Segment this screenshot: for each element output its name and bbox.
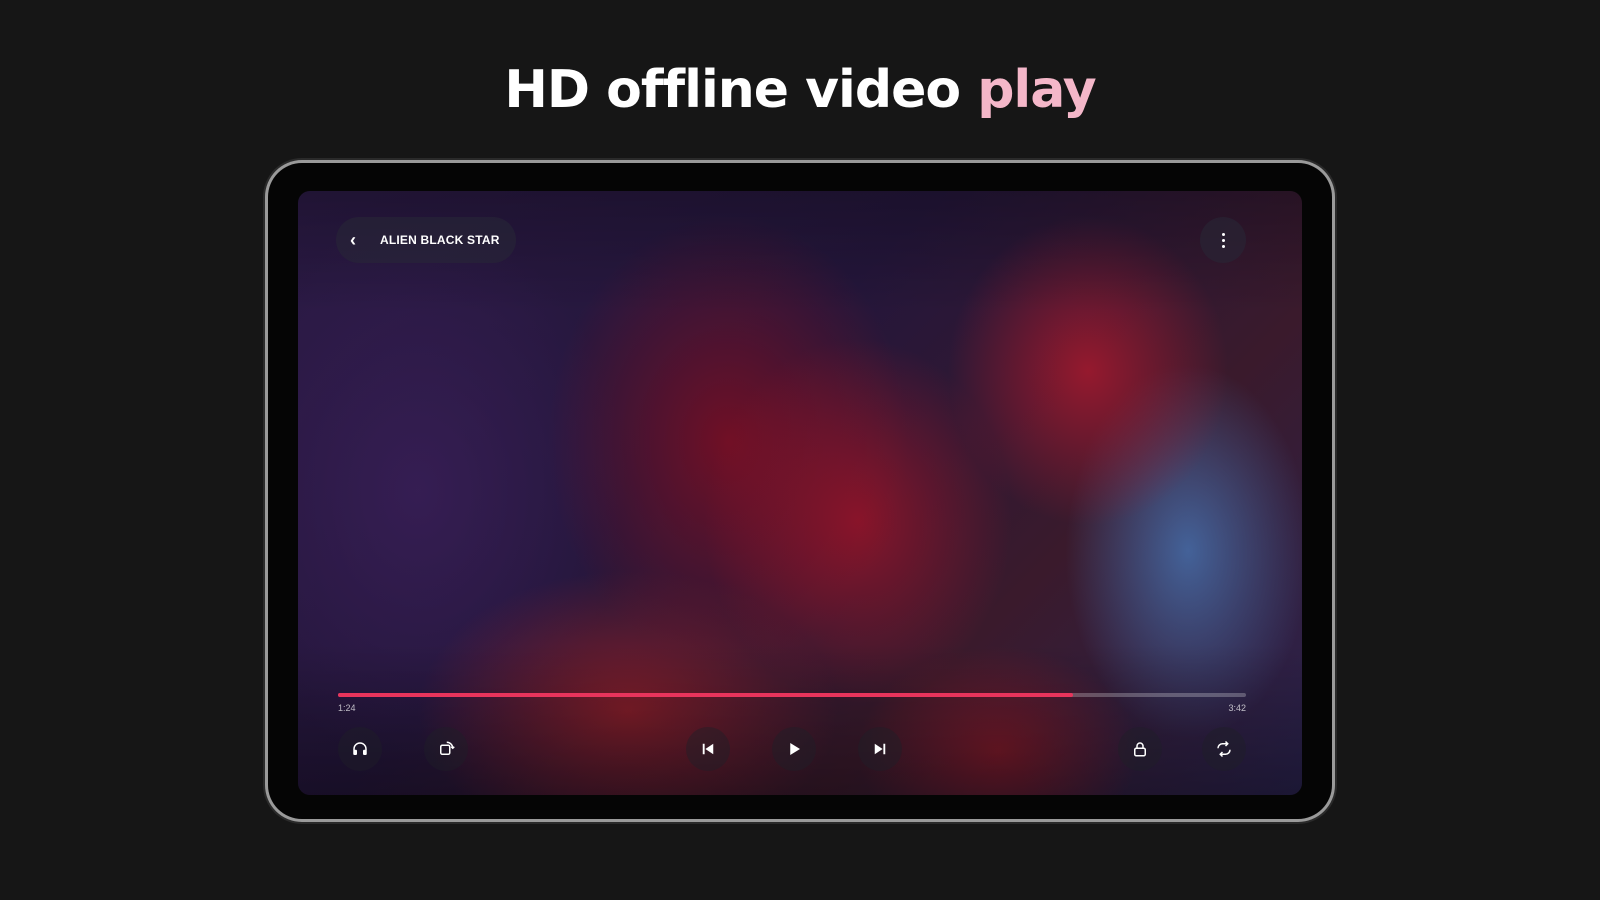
rotate-button[interactable] (424, 727, 468, 771)
video-player[interactable]: ‹ ALIEN BLACK STAR 1:24 3:42 (298, 191, 1302, 795)
seek-bar-progress (338, 693, 1074, 697)
tablet-frame: ‹ ALIEN BLACK STAR 1:24 3:42 (268, 163, 1332, 819)
back-button[interactable]: ‹ ALIEN BLACK STAR (336, 217, 516, 263)
seek-bar[interactable] (338, 693, 1246, 697)
video-title: ALIEN BLACK STAR (380, 233, 500, 247)
play-icon (790, 743, 800, 755)
headphones-icon (353, 742, 367, 755)
headline-accent: play (977, 60, 1096, 120)
chevron-left-icon: ‹ (350, 229, 356, 250)
more-vertical-icon (1221, 231, 1225, 249)
audio-button[interactable] (338, 727, 382, 771)
duration-time: 3:42 (1228, 703, 1246, 713)
play-button[interactable] (772, 727, 816, 771)
repeat-icon (1217, 740, 1231, 758)
skip-previous-icon (702, 743, 714, 755)
repeat-button[interactable] (1202, 727, 1246, 771)
skip-next-icon (874, 743, 886, 755)
lock-icon (1134, 742, 1146, 757)
promo-headline: HD offline video play (0, 60, 1600, 120)
headline-main: HD offline video (504, 60, 961, 120)
current-time: 1:24 (338, 703, 356, 713)
next-button[interactable] (858, 727, 902, 771)
rotate-icon (440, 741, 455, 755)
more-options-button[interactable] (1200, 217, 1246, 263)
previous-button[interactable] (686, 727, 730, 771)
video-frame (298, 191, 1302, 795)
lock-button[interactable] (1118, 727, 1162, 771)
